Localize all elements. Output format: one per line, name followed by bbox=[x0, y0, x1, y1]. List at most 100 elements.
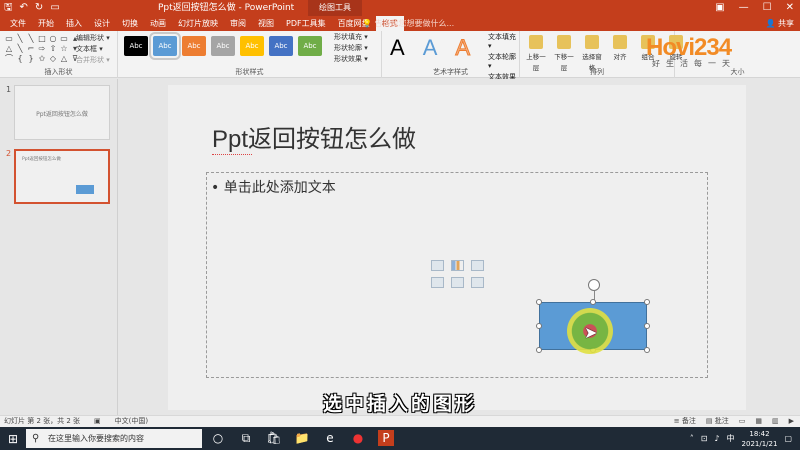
slide-canvas[interactable]: Ppt返回按钮怎么做 • 单击此处添加文本 ➤ bbox=[168, 85, 746, 410]
share-button[interactable]: 👤 共享 bbox=[765, 16, 794, 31]
slide-title[interactable]: Ppt返回按钮怎么做 bbox=[212, 119, 416, 155]
ribbon-options-icon[interactable]: ▣ bbox=[715, 0, 724, 16]
star-shape-icon[interactable]: ✩ bbox=[37, 54, 47, 63]
sorter-view-icon[interactable]: ▦ bbox=[755, 416, 762, 427]
task-view-icon[interactable]: ⧉ bbox=[238, 430, 254, 446]
resize-handle[interactable] bbox=[644, 299, 650, 305]
maximize-icon[interactable]: ☐ bbox=[763, 0, 772, 16]
curly-shape-icon[interactable]: } bbox=[26, 54, 36, 63]
rect-shape-icon[interactable]: □ bbox=[37, 34, 47, 43]
tab-3[interactable]: 设计 bbox=[88, 16, 116, 31]
shape-style-swatch[interactable]: Abc bbox=[124, 36, 148, 56]
taskbar-search-placeholder: 在这里输入你要搜索的内容 bbox=[48, 434, 144, 443]
shape-style-swatch[interactable]: Abc bbox=[211, 36, 235, 56]
cortana-icon[interactable]: ○ bbox=[210, 430, 226, 446]
record-icon[interactable]: ● bbox=[350, 430, 366, 446]
resize-handle[interactable] bbox=[536, 347, 542, 353]
star-shape-icon[interactable]: ☆ bbox=[59, 44, 69, 53]
shape-style-swatch[interactable]: Abc bbox=[269, 36, 293, 56]
shape-effects-button[interactable]: 形状效果 ▾ bbox=[334, 55, 368, 64]
line-shape-icon[interactable]: ╲ bbox=[26, 34, 36, 43]
shape-style-swatch[interactable]: Abc bbox=[149, 32, 181, 60]
reading-view-icon[interactable]: ▥ bbox=[772, 416, 779, 427]
resize-handle[interactable] bbox=[536, 299, 542, 305]
undo-icon[interactable]: ↶ bbox=[20, 1, 28, 15]
wordart-sample[interactable]: A bbox=[423, 35, 438, 61]
line-shape-icon[interactable]: ╲ bbox=[15, 34, 25, 43]
store-icon[interactable]: 🛍 bbox=[266, 430, 282, 446]
notes-button[interactable]: ≡ 备注 bbox=[674, 416, 696, 427]
slideshow-icon[interactable]: ▶ bbox=[789, 416, 794, 427]
edge-icon[interactable]: e bbox=[322, 430, 338, 446]
tab-7[interactable]: 审阅 bbox=[224, 16, 252, 31]
volume-icon[interactable]: ♪ bbox=[714, 427, 719, 450]
comments-button[interactable]: ▤ 批注 bbox=[706, 416, 729, 427]
start-icon[interactable]: ⊞ bbox=[8, 432, 18, 446]
arrow-shape-icon[interactable]: ⇨ bbox=[37, 44, 47, 53]
shape-style-swatch[interactable]: Abc bbox=[298, 36, 322, 56]
language-indicator[interactable]: 中文(中国) bbox=[115, 416, 148, 427]
table-icon[interactable] bbox=[431, 260, 444, 271]
shape-style-swatch[interactable]: Abc bbox=[240, 36, 264, 56]
arrow-shape-icon[interactable]: ⇧ bbox=[48, 44, 58, 53]
text-box-button[interactable]: 文本框 ▾ bbox=[76, 44, 110, 54]
line-shape-icon[interactable]: ╲ bbox=[15, 44, 25, 53]
shapes-gallery[interactable]: ▭ ╲ ╲ □ ○ ▭ ▴ △ ╲ ⌐ ⇨ ⇧ ☆ ▾ ⌒{} ✩ ◇ △ ⊽ bbox=[4, 34, 78, 63]
present-icon[interactable]: ▭ bbox=[50, 1, 59, 15]
quick-access-toolbar: 🖫 ↶ ↻ ▭ bbox=[4, 1, 60, 15]
shape-icon[interactable]: ◇ bbox=[48, 54, 58, 63]
close-icon[interactable]: ✕ bbox=[786, 0, 794, 16]
powerpoint-icon[interactable]: P bbox=[378, 430, 394, 446]
resize-handle[interactable] bbox=[644, 323, 650, 329]
wordart-sample[interactable]: A bbox=[390, 35, 405, 61]
line-shape-icon[interactable]: ⌐ bbox=[26, 44, 36, 53]
tab-2[interactable]: 插入 bbox=[60, 16, 88, 31]
wordart-sample[interactable]: A bbox=[455, 35, 471, 61]
textbox-shape-icon[interactable]: ▭ bbox=[4, 34, 14, 43]
network-icon[interactable]: ⊡ bbox=[701, 427, 708, 450]
ime-indicator[interactable]: 中 bbox=[727, 427, 735, 450]
taskbar-search-box[interactable]: ⚲ 在这里输入你要搜索的内容 bbox=[26, 429, 202, 448]
shape-format-commands: 形状填充 ▾ 形状轮廓 ▾ 形状效果 ▾ bbox=[334, 33, 368, 64]
triangle-shape-icon[interactable]: △ bbox=[4, 44, 14, 53]
shape-style-swatch[interactable]: Abc bbox=[182, 36, 206, 56]
resize-handle[interactable] bbox=[644, 347, 650, 353]
notification-icon[interactable]: ▢ bbox=[784, 427, 792, 450]
shape-fill-button[interactable]: 形状填充 ▾ bbox=[334, 33, 368, 42]
video-icon[interactable] bbox=[471, 277, 484, 288]
shape-outline-button[interactable]: 形状轮廓 ▾ bbox=[334, 44, 368, 53]
spellcheck-icon[interactable]: ▣ bbox=[94, 416, 101, 427]
smartart-icon[interactable] bbox=[471, 260, 484, 271]
normal-view-icon[interactable]: ▭ bbox=[739, 416, 746, 427]
minimize-icon[interactable]: — bbox=[739, 0, 749, 16]
tab-8[interactable]: 视图 bbox=[252, 16, 280, 31]
slide-thumbnail-1[interactable]: Ppt返回按钮怎么做 bbox=[14, 85, 110, 140]
shape-icon[interactable]: △ bbox=[59, 54, 69, 63]
chart-icon[interactable] bbox=[451, 260, 464, 271]
oval-shape-icon[interactable]: ○ bbox=[48, 34, 58, 43]
text-fill-button[interactable]: 文本填充 ▾ bbox=[488, 33, 519, 51]
online-picture-icon[interactable] bbox=[451, 277, 464, 288]
tab-4[interactable]: 切换 bbox=[116, 16, 144, 31]
redo-icon[interactable]: ↻ bbox=[35, 1, 43, 15]
tab-9[interactable]: PDF工具集 bbox=[280, 16, 332, 31]
slide-thumbnail-2[interactable]: Ppt返回按钮怎么做 bbox=[14, 149, 110, 204]
rect-shape-icon[interactable]: ▭ bbox=[59, 34, 69, 43]
picture-icon[interactable] bbox=[431, 277, 444, 288]
chevron-up-icon[interactable]: ˄ bbox=[690, 427, 694, 450]
edit-shape-button[interactable]: 编辑形状 ▾ bbox=[76, 33, 110, 43]
save-icon[interactable]: 🖫 bbox=[4, 1, 13, 15]
curly-shape-icon[interactable]: { bbox=[15, 54, 25, 63]
clock[interactable]: 18:42 2021/1/21 bbox=[742, 427, 778, 450]
resize-handle[interactable] bbox=[590, 299, 596, 305]
tab-0[interactable]: 文件 bbox=[4, 16, 32, 31]
merge-shapes-button[interactable]: 合并形状 ▾ bbox=[76, 55, 110, 65]
file-explorer-icon[interactable]: 📁 bbox=[294, 430, 310, 446]
curve-shape-icon[interactable]: ⌒ bbox=[4, 54, 14, 63]
tab-1[interactable]: 开始 bbox=[32, 16, 60, 31]
tell-me-box[interactable]: 💡 告诉我您想要做什么... bbox=[362, 16, 454, 31]
tab-5[interactable]: 动画 bbox=[144, 16, 172, 31]
resize-handle[interactable] bbox=[536, 323, 542, 329]
rotate-handle[interactable] bbox=[588, 279, 600, 291]
tab-6[interactable]: 幻灯片放映 bbox=[172, 16, 224, 31]
